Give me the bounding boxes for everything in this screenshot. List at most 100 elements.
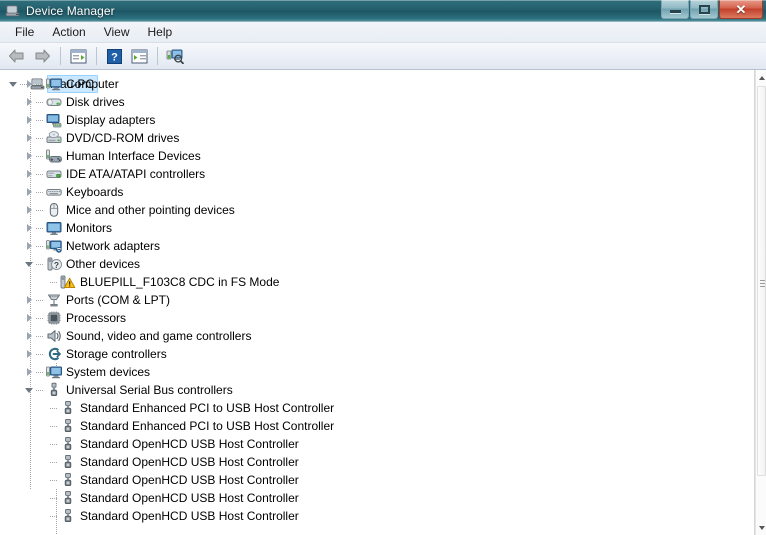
tree-row-dvd-drives[interactable]: DVD/CD-ROM drives (0, 129, 754, 147)
tree-connector (50, 435, 60, 453)
tree-row-mice[interactable]: Mice and other pointing devices (0, 201, 754, 219)
expander-icon-display-adapters[interactable] (24, 111, 36, 129)
tree-row-keyboards[interactable]: Keyboards (0, 183, 754, 201)
tree-row-other-devices[interactable]: ? Other devices (0, 255, 754, 273)
tree-label: Standard OpenHCD USB Host Controller (80, 491, 299, 505)
tree-row-disk-drives[interactable]: Disk drives (0, 93, 754, 111)
expander-icon-keyboards[interactable] (24, 183, 36, 201)
forward-arrow-icon (33, 48, 51, 64)
back-button[interactable] (5, 45, 29, 67)
scroll-down-arrow-icon[interactable] (756, 522, 766, 533)
properties-button[interactable] (66, 45, 90, 67)
tree-row-usb-device[interactable]: Standard OpenHCD USB Host Controller (0, 453, 754, 471)
tree-row-system-devices[interactable]: System devices (0, 363, 754, 381)
scan-hardware-button[interactable] (163, 45, 187, 67)
network-adapter-icon (46, 238, 62, 254)
display-adapter-icon (46, 112, 62, 128)
tree-connector (36, 75, 46, 93)
maximize-button[interactable] (690, 0, 718, 19)
tree-row-usb-device[interactable]: Standard OpenHCD USB Host Controller (0, 507, 754, 525)
toolbar: ? (0, 43, 766, 70)
tree-connector (36, 111, 46, 129)
tree-row-display-adapters[interactable]: Display adapters (0, 111, 754, 129)
tree-label: Monitors (66, 221, 113, 235)
expander-icon-storage-controllers[interactable] (24, 345, 36, 363)
tree-label: Standard OpenHCD USB Host Controller (80, 437, 299, 451)
expander-icon-dvd-drives[interactable] (24, 129, 36, 147)
vertical-scrollbar[interactable] (755, 70, 766, 535)
help-button[interactable]: ? (102, 45, 126, 67)
tree-row-computer[interactable]: Computer (0, 75, 754, 93)
tree-connector (36, 201, 46, 219)
scrollbar-thumb[interactable] (757, 86, 766, 476)
tree-row-storage-controllers[interactable]: Storage controllers (0, 345, 754, 363)
hid-icon (46, 148, 62, 164)
device-manager-icon (5, 3, 21, 19)
menu-help[interactable]: Help (139, 23, 182, 42)
tree-label: Disk drives (66, 95, 125, 109)
tree-connector (50, 453, 60, 471)
other-devices-icon: ? (46, 256, 62, 272)
mouse-icon (46, 202, 62, 218)
toolbar-separator-2 (96, 47, 97, 65)
tree-row-usb-device[interactable]: Standard OpenHCD USB Host Controller (0, 435, 754, 453)
menu-action[interactable]: Action (43, 23, 94, 42)
menu-file[interactable]: File (6, 23, 43, 42)
menu-view[interactable]: View (95, 23, 139, 42)
tree-label: Other devices (66, 257, 141, 271)
unknown-device-warning-icon (60, 274, 76, 290)
expander-icon-computer[interactable] (24, 75, 36, 93)
expander-icon-ports[interactable] (24, 291, 36, 309)
expander-icon-mice[interactable] (24, 201, 36, 219)
tree-label: System devices (66, 365, 151, 379)
expander-icon-network-adapters[interactable] (24, 237, 36, 255)
update-driver-icon (131, 49, 148, 64)
tree-label: Storage controllers (66, 347, 167, 361)
tree-row-sound-controllers[interactable]: Sound, video and game controllers (0, 327, 754, 345)
tree-row-usb-device[interactable]: Standard Enhanced PCI to USB Host Contro… (0, 399, 754, 417)
expander-icon-hid[interactable] (24, 147, 36, 165)
scroll-up-arrow-icon[interactable] (756, 72, 766, 83)
tree-label: Network adapters (66, 239, 161, 253)
tree-row-usb-device[interactable]: Standard OpenHCD USB Host Controller (0, 471, 754, 489)
tree-label: Standard Enhanced PCI to USB Host Contro… (80, 419, 335, 433)
tree-row-ports[interactable]: Ports (COM & LPT) (0, 291, 754, 309)
tree-row-network-adapters[interactable]: Network adapters (0, 237, 754, 255)
tree-row-ide-controllers[interactable]: IDE ATA/ATAPI controllers (0, 165, 754, 183)
tree-row-usb-device[interactable]: Standard OpenHCD USB Host Controller (0, 489, 754, 507)
disk-drive-icon (46, 94, 62, 110)
usb-device-icon (60, 508, 76, 524)
minimize-button[interactable] (661, 0, 689, 19)
expander-icon-usb-controllers[interactable] (24, 381, 36, 399)
device-manager-window: Device Manager ✕ File Action View Help ?… (0, 0, 766, 535)
tree-connector (50, 471, 60, 489)
update-driver-button[interactable] (127, 45, 151, 67)
tree-row-hid[interactable]: Human Interface Devices (0, 147, 754, 165)
scan-hardware-changes-icon (166, 48, 184, 64)
expander-icon-disk-drives[interactable] (24, 93, 36, 111)
tree-connector (36, 183, 46, 201)
tree-label: Processors (66, 311, 127, 325)
tree-row-usb-device[interactable]: Standard Enhanced PCI to USB Host Contro… (0, 417, 754, 435)
tree-row-bluepill-device[interactable]: BLUEPILL_F103C8 CDC in FS Mode (0, 273, 754, 291)
close-button[interactable]: ✕ (719, 0, 763, 19)
expander-icon-system-devices[interactable] (24, 363, 36, 381)
device-tree-pane[interactable]: Mau-PC Computer Disk drives Display adap… (0, 70, 755, 535)
usb-device-icon (60, 400, 76, 416)
dvd-drive-icon (46, 130, 62, 146)
expander-icon-other-devices[interactable] (24, 255, 36, 273)
expander-icon-monitors[interactable] (24, 219, 36, 237)
maximize-icon (698, 4, 710, 14)
tree-row-monitors[interactable]: Monitors (0, 219, 754, 237)
tree-connector (36, 291, 46, 309)
system-device-icon (46, 364, 62, 380)
scrollbar-grip (760, 286, 765, 287)
forward-button[interactable] (30, 45, 54, 67)
expander-icon-sound-controllers[interactable] (24, 327, 36, 345)
expander-icon-ide-controllers[interactable] (24, 165, 36, 183)
tree-row-processors[interactable]: Processors (0, 309, 754, 327)
expander-icon-processors[interactable] (24, 309, 36, 327)
tree-connector (36, 309, 46, 327)
tree-row-usb-controllers[interactable]: Universal Serial Bus controllers (0, 381, 754, 399)
tree-label: Universal Serial Bus controllers (66, 383, 233, 397)
